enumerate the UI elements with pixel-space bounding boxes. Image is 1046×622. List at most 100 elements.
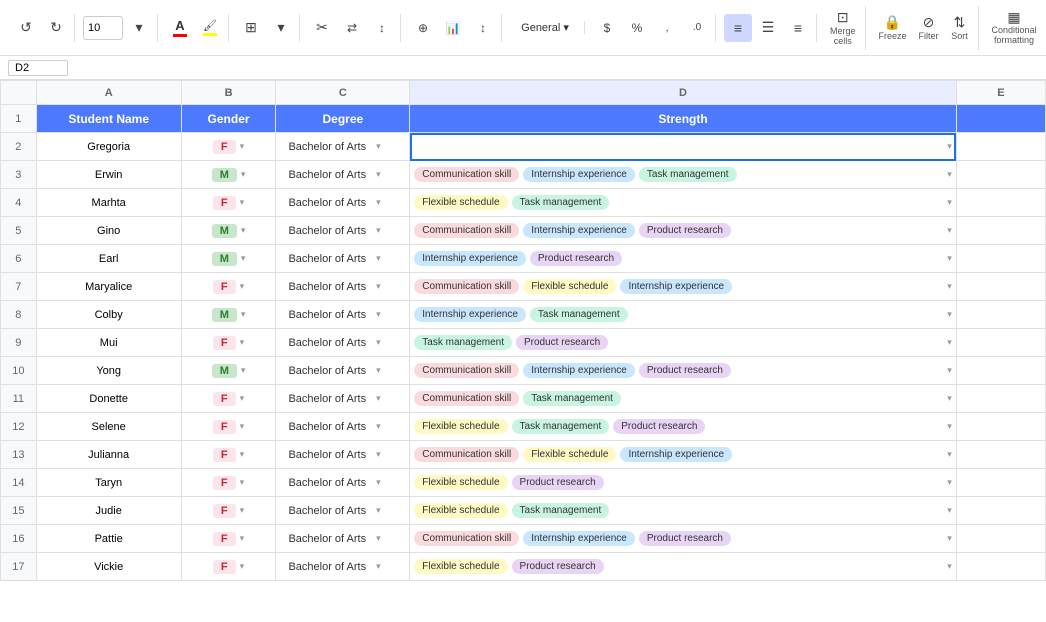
strength-cell[interactable]: Communication skillInternship experience… bbox=[410, 525, 956, 553]
strength-dropdown[interactable]: ▾ bbox=[947, 533, 952, 544]
degree-cell[interactable]: Bachelor of Arts▾ bbox=[276, 357, 410, 385]
decimal-decrease-button[interactable]: .0 bbox=[683, 14, 711, 42]
student-name-cell[interactable]: Maryalice bbox=[36, 273, 181, 301]
degree-cell[interactable]: Bachelor of Arts▾ bbox=[276, 385, 410, 413]
student-name-cell[interactable]: Pattie bbox=[36, 525, 181, 553]
align-center-button[interactable]: ☰ bbox=[754, 14, 782, 42]
strength-dropdown[interactable]: ▾ bbox=[947, 365, 952, 376]
col-e-header[interactable]: E bbox=[956, 81, 1045, 105]
strength-dropdown[interactable]: ▾ bbox=[947, 505, 952, 516]
strength-dropdown[interactable]: ▾ bbox=[947, 197, 952, 208]
degree-cell[interactable]: Bachelor of Arts▾ bbox=[276, 497, 410, 525]
strength-dropdown[interactable]: ▾ bbox=[947, 477, 952, 488]
student-name-cell[interactable]: Mui bbox=[36, 329, 181, 357]
col-d-header[interactable]: D bbox=[410, 81, 956, 105]
student-name-cell[interactable]: Donette bbox=[36, 385, 181, 413]
gender-cell[interactable]: F▾ bbox=[181, 133, 276, 161]
strength-cell[interactable]: Communication skillFlexible scheduleInte… bbox=[410, 441, 956, 469]
col-b-header[interactable]: B bbox=[181, 81, 276, 105]
strength-dropdown[interactable]: ▾ bbox=[947, 449, 952, 460]
strength-dropdown[interactable]: ▾ bbox=[947, 141, 952, 152]
gender-cell[interactable]: F▾ bbox=[181, 329, 276, 357]
font-size-input[interactable]: 10 bbox=[83, 16, 123, 40]
student-name-cell[interactable]: Vickie bbox=[36, 553, 181, 581]
strength-cell[interactable]: Communication skillTask management▾ bbox=[410, 385, 956, 413]
strength-dropdown[interactable]: ▾ bbox=[947, 309, 952, 320]
strength-cell[interactable]: Communication skillInternship experience… bbox=[410, 217, 956, 245]
student-name-cell[interactable]: Colby bbox=[36, 301, 181, 329]
strength-dropdown[interactable]: ▾ bbox=[947, 281, 952, 292]
col-c-header[interactable]: C bbox=[276, 81, 410, 105]
student-name-cell[interactable]: Selene bbox=[36, 413, 181, 441]
degree-cell[interactable]: Bachelor of Arts▾ bbox=[276, 441, 410, 469]
undo-button[interactable]: ↺ bbox=[12, 14, 40, 42]
percent-button[interactable]: % bbox=[623, 14, 651, 42]
filter-button[interactable]: ⊘ Filter bbox=[914, 6, 944, 50]
student-name-cell[interactable]: Marhta bbox=[36, 189, 181, 217]
strength-dropdown[interactable]: ▾ bbox=[947, 225, 952, 236]
redo-button[interactable]: ↻ bbox=[42, 14, 70, 42]
chart-button[interactable]: 📊 bbox=[439, 14, 467, 42]
strength-dropdown[interactable]: ▾ bbox=[947, 393, 952, 404]
student-name-cell[interactable]: Gino bbox=[36, 217, 181, 245]
strength-cell[interactable]: Task managementProduct research▾ bbox=[410, 329, 956, 357]
strength-dropdown[interactable]: ▾ bbox=[947, 253, 952, 264]
degree-cell[interactable]: Bachelor of Arts▾ bbox=[276, 329, 410, 357]
strength-cell[interactable]: Flexible scheduleProduct research▾ bbox=[410, 553, 956, 581]
align-left-button[interactable]: ≡ bbox=[724, 14, 752, 42]
text-cut-button[interactable]: ✂ bbox=[308, 14, 336, 42]
gender-cell[interactable]: F▾ bbox=[181, 469, 276, 497]
gender-cell[interactable]: F▾ bbox=[181, 525, 276, 553]
insert-button[interactable]: ⊕ bbox=[409, 14, 437, 42]
strength-cell[interactable]: Communication skillInternship experience… bbox=[410, 161, 956, 189]
gender-cell[interactable]: M▾ bbox=[181, 357, 276, 385]
student-name-cell[interactable]: Yong bbox=[36, 357, 181, 385]
comma-button[interactable]: , bbox=[653, 14, 681, 42]
student-name-cell[interactable]: Erwin bbox=[36, 161, 181, 189]
gender-cell[interactable]: F▾ bbox=[181, 385, 276, 413]
gender-cell[interactable]: M▾ bbox=[181, 301, 276, 329]
degree-cell[interactable]: Bachelor of Arts▾ bbox=[276, 245, 410, 273]
merge-cells-button[interactable]: ⊡ Merge cells bbox=[825, 6, 861, 50]
degree-cell[interactable]: Bachelor of Arts▾ bbox=[276, 273, 410, 301]
highlight-color-button[interactable]: 🖌 bbox=[196, 14, 224, 42]
student-name-cell[interactable]: Taryn bbox=[36, 469, 181, 497]
strength-cell[interactable]: Communication skillInternship experience… bbox=[410, 357, 956, 385]
gender-cell[interactable]: F▾ bbox=[181, 273, 276, 301]
degree-cell[interactable]: Bachelor of Arts▾ bbox=[276, 217, 410, 245]
text-wrap-button[interactable]: ⇄ bbox=[338, 14, 366, 42]
degree-cell[interactable]: Bachelor of Arts▾ bbox=[276, 189, 410, 217]
align-right-button[interactable]: ≡ bbox=[784, 14, 812, 42]
strength-dropdown[interactable]: ▾ bbox=[947, 169, 952, 180]
row-height-button[interactable]: ↕ bbox=[368, 14, 396, 42]
student-name-cell[interactable]: Julianna bbox=[36, 441, 181, 469]
cell-ref-input[interactable]: D2 bbox=[8, 60, 68, 76]
gender-cell[interactable]: F▾ bbox=[181, 553, 276, 581]
text-height-button[interactable]: ↕ bbox=[469, 14, 497, 42]
strength-cell[interactable]: ▾ bbox=[410, 133, 956, 161]
strength-dropdown[interactable]: ▾ bbox=[947, 337, 952, 348]
strength-cell[interactable]: Flexible scheduleTask managementProduct … bbox=[410, 413, 956, 441]
degree-cell[interactable]: Bachelor of Arts▾ bbox=[276, 413, 410, 441]
degree-cell[interactable]: Bachelor of Arts▾ bbox=[276, 161, 410, 189]
student-name-cell[interactable]: Earl bbox=[36, 245, 181, 273]
font-color-button[interactable]: A bbox=[166, 14, 194, 42]
gender-cell[interactable]: M▾ bbox=[181, 217, 276, 245]
strength-cell[interactable]: Flexible scheduleTask management▾ bbox=[410, 189, 956, 217]
degree-cell[interactable]: Bachelor of Arts▾ bbox=[276, 469, 410, 497]
student-name-cell[interactable]: Gregoria bbox=[36, 133, 181, 161]
col-a-header[interactable]: A bbox=[36, 81, 181, 105]
borders-dropdown[interactable]: ▾ bbox=[267, 14, 295, 42]
degree-cell[interactable]: Bachelor of Arts▾ bbox=[276, 525, 410, 553]
degree-cell[interactable]: Bachelor of Arts▾ bbox=[276, 301, 410, 329]
number-format-select[interactable]: General ▾ bbox=[521, 21, 569, 34]
freeze-button[interactable]: 🔒 Freeze bbox=[874, 6, 912, 50]
strength-cell[interactable]: Internship experienceTask management▾ bbox=[410, 301, 956, 329]
degree-cell[interactable]: Bachelor of Arts▾ bbox=[276, 553, 410, 581]
strength-cell[interactable]: Communication skillFlexible scheduleInte… bbox=[410, 273, 956, 301]
borders-button[interactable]: ⊞ bbox=[237, 14, 265, 42]
strength-cell[interactable]: Internship experienceProduct research▾ bbox=[410, 245, 956, 273]
conditional-formatting-button[interactable]: ▦ Conditional formatting bbox=[987, 6, 1042, 50]
sort-button[interactable]: ⇅ Sort bbox=[946, 6, 974, 50]
gender-cell[interactable]: M▾ bbox=[181, 161, 276, 189]
